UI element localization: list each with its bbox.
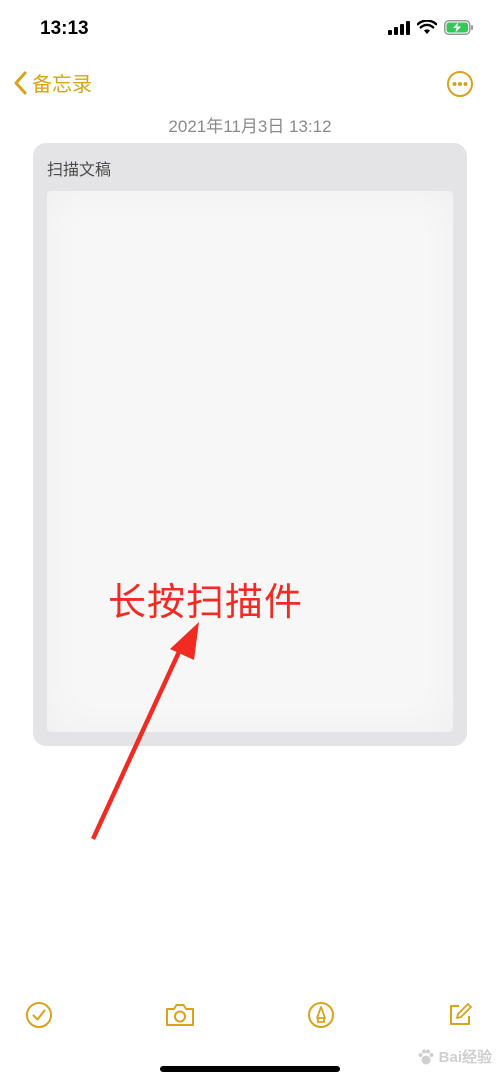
- annotation-text: 长按扫描件: [108, 580, 304, 624]
- compose-button[interactable]: [440, 995, 480, 1035]
- scanned-document-card[interactable]: 扫描文稿: [33, 143, 467, 746]
- battery-charging-icon: [444, 20, 473, 35]
- camera-button[interactable]: [160, 995, 200, 1035]
- checklist-icon: [26, 1002, 52, 1028]
- note-date: 2021年11月3日 13:12: [168, 117, 332, 136]
- paw-logo-icon: [418, 1049, 434, 1064]
- markup-icon: [308, 1002, 334, 1028]
- scan-title: 扫描文稿: [47, 162, 112, 179]
- baidu-watermark: Bai经验: [417, 1046, 492, 1067]
- checklist-button[interactable]: [19, 995, 59, 1035]
- home-indicator: [160, 1066, 340, 1072]
- cellular-signal-icon: [388, 20, 410, 35]
- status-bar: 13:13: [0, 0, 500, 60]
- markup-button[interactable]: [301, 995, 341, 1035]
- chevron-left-icon: [14, 71, 27, 94]
- back-label: 备忘录: [32, 74, 92, 96]
- camera-icon: [166, 1004, 194, 1026]
- watermark-text: Bai经验: [438, 1049, 492, 1066]
- more-options-icon: [447, 71, 473, 97]
- wifi-icon: [417, 20, 437, 34]
- status-time: 13:13: [40, 18, 89, 39]
- navigation-bar: 备忘录: [0, 62, 500, 106]
- more-button[interactable]: [446, 70, 474, 98]
- bottom-toolbar: [0, 995, 500, 1039]
- back-button[interactable]: 备忘录: [12, 68, 92, 97]
- scanned-page-preview[interactable]: [47, 191, 453, 732]
- compose-icon: [450, 1003, 472, 1025]
- status-icons: [388, 20, 474, 35]
